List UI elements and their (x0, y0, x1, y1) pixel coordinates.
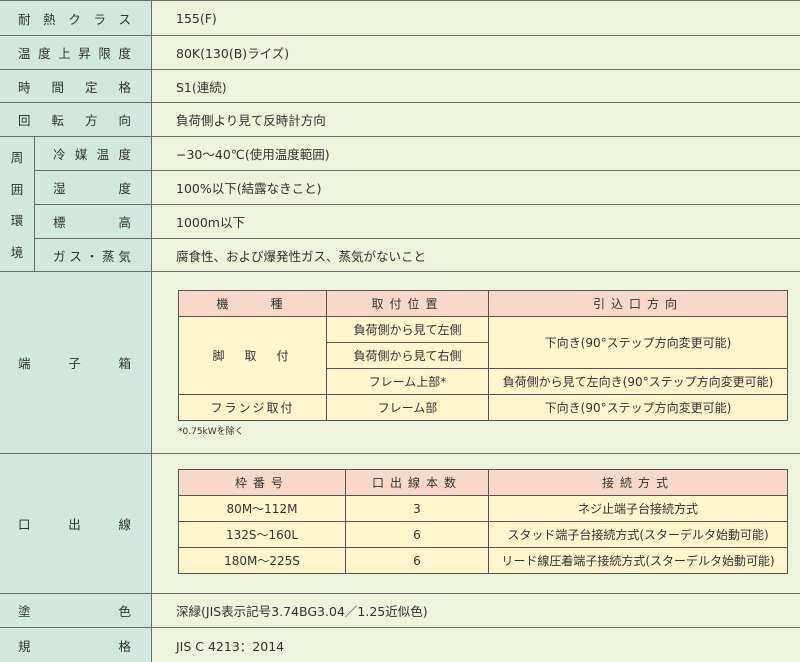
cell: スタッド端子台接続方式(スターデルタ始動可能) (488, 521, 788, 548)
header: 取付位置 (326, 290, 489, 317)
value: 腐食性、および爆発性ガス、蒸気がないこと (176, 248, 427, 264)
label: 時間定格 (18, 79, 133, 95)
header: 機 種 (178, 290, 327, 317)
cell: 6 (345, 547, 489, 574)
footnote: *0.75kWを除く (178, 427, 244, 437)
label: 温度上昇限度 (18, 46, 133, 61)
cell: 負荷側から見て右側 (326, 342, 489, 369)
cell: 負荷側から見て左側 (326, 316, 489, 343)
cell: 下向き(90°ステップ方向変更可能) (488, 316, 788, 369)
value: 100%以下(結露なきこと) (176, 181, 322, 196)
char: 周 (10, 150, 24, 166)
cell: 脚 取 付 (178, 316, 327, 395)
cell: フランジ取付 (178, 394, 327, 421)
label: 塗色 (18, 604, 133, 619)
cell: 180M〜225S (178, 547, 346, 574)
terminal-box-table: 機 種取付位置 引込口方向 脚 取 付負荷側から見て左側 下向き(90°ステップ方向… (178, 290, 788, 421)
label: 湿度 (53, 181, 133, 196)
cell: 3 (345, 495, 489, 522)
char: 境 (10, 244, 24, 260)
header: 口出線本数 (345, 469, 489, 496)
header: 引込口方向 (488, 290, 788, 317)
label: 耐熱クラス (18, 11, 133, 27)
row-humidity: 湿度 100%以下(結露なきこと) (35, 170, 800, 204)
cell: 132S〜160L (178, 521, 346, 548)
row-time-rating: 時間定格 S1(連続) (0, 69, 800, 102)
cell: リード線圧着端子接続方式(スターデルタ始動可能) (488, 547, 788, 574)
value: 155(F) (176, 10, 217, 26)
label: 規格 (18, 638, 133, 654)
lead-wires-table: 枠番号 口出線本数 接続方式 80M〜112M 3 ネジ止端子台接続方式 132S〜16… (178, 469, 788, 574)
value: 80K(130(B)ライズ) (176, 46, 290, 61)
header: 接続方式 (488, 469, 788, 496)
row-paint: 塗色 深緑(JIS表示記号3.74BG3.04／1.25近似色) (0, 593, 800, 627)
environment-group-label: 周 囲 環 境 (0, 136, 35, 271)
label: 口出線 (18, 517, 133, 532)
value: 深緑(JIS表示記号3.74BG3.04／1.25近似色) (176, 604, 428, 619)
label: 冷媒温度 (53, 147, 133, 162)
char: 環 (10, 213, 24, 229)
row-gas: ガス・蒸気 腐食性、および爆発性ガス、蒸気がないこと (35, 238, 800, 271)
cell: 6 (345, 521, 489, 548)
value: 1000m以下 (176, 215, 245, 230)
label: 標高 (53, 215, 133, 230)
row-standard: 規格 JIS C 4213：2014 (0, 627, 800, 662)
value: S1(連続) (176, 79, 227, 95)
row-coolant-temp: 冷媒温度 −30〜40℃(使用温度範囲) (35, 136, 800, 170)
cell: 負荷側から見て左向き(90°ステップ方向変更可能) (488, 368, 788, 395)
label: ガス・蒸気 (53, 248, 133, 264)
value: 負荷側より見て反時計方向 (176, 113, 326, 128)
cell: 下向き(90°ステップ方向変更可能) (488, 394, 788, 421)
label: 回転方向 (18, 113, 133, 128)
label: 端子箱 (18, 356, 133, 371)
cell: ネジ止端子台接続方式 (488, 495, 788, 522)
value: JIS C 4213：2014 (176, 638, 285, 654)
header: 枠番号 (178, 469, 346, 496)
value: −30〜40℃(使用温度範囲) (176, 147, 330, 162)
cell: フレーム部 (326, 394, 489, 421)
row-rotation: 回転方向 負荷側より見て反時計方向 (0, 102, 800, 136)
row-altitude: 標高 1000m以下 (35, 204, 800, 238)
char: 囲 (10, 181, 24, 197)
cell: 80M〜112M (178, 495, 346, 522)
cell: フレーム上部* (326, 368, 489, 395)
row-temp-rise: 温度上昇限度 80K(130(B)ライズ) (0, 35, 800, 69)
row-heat-class: 耐熱クラス 155(F) (0, 0, 800, 35)
